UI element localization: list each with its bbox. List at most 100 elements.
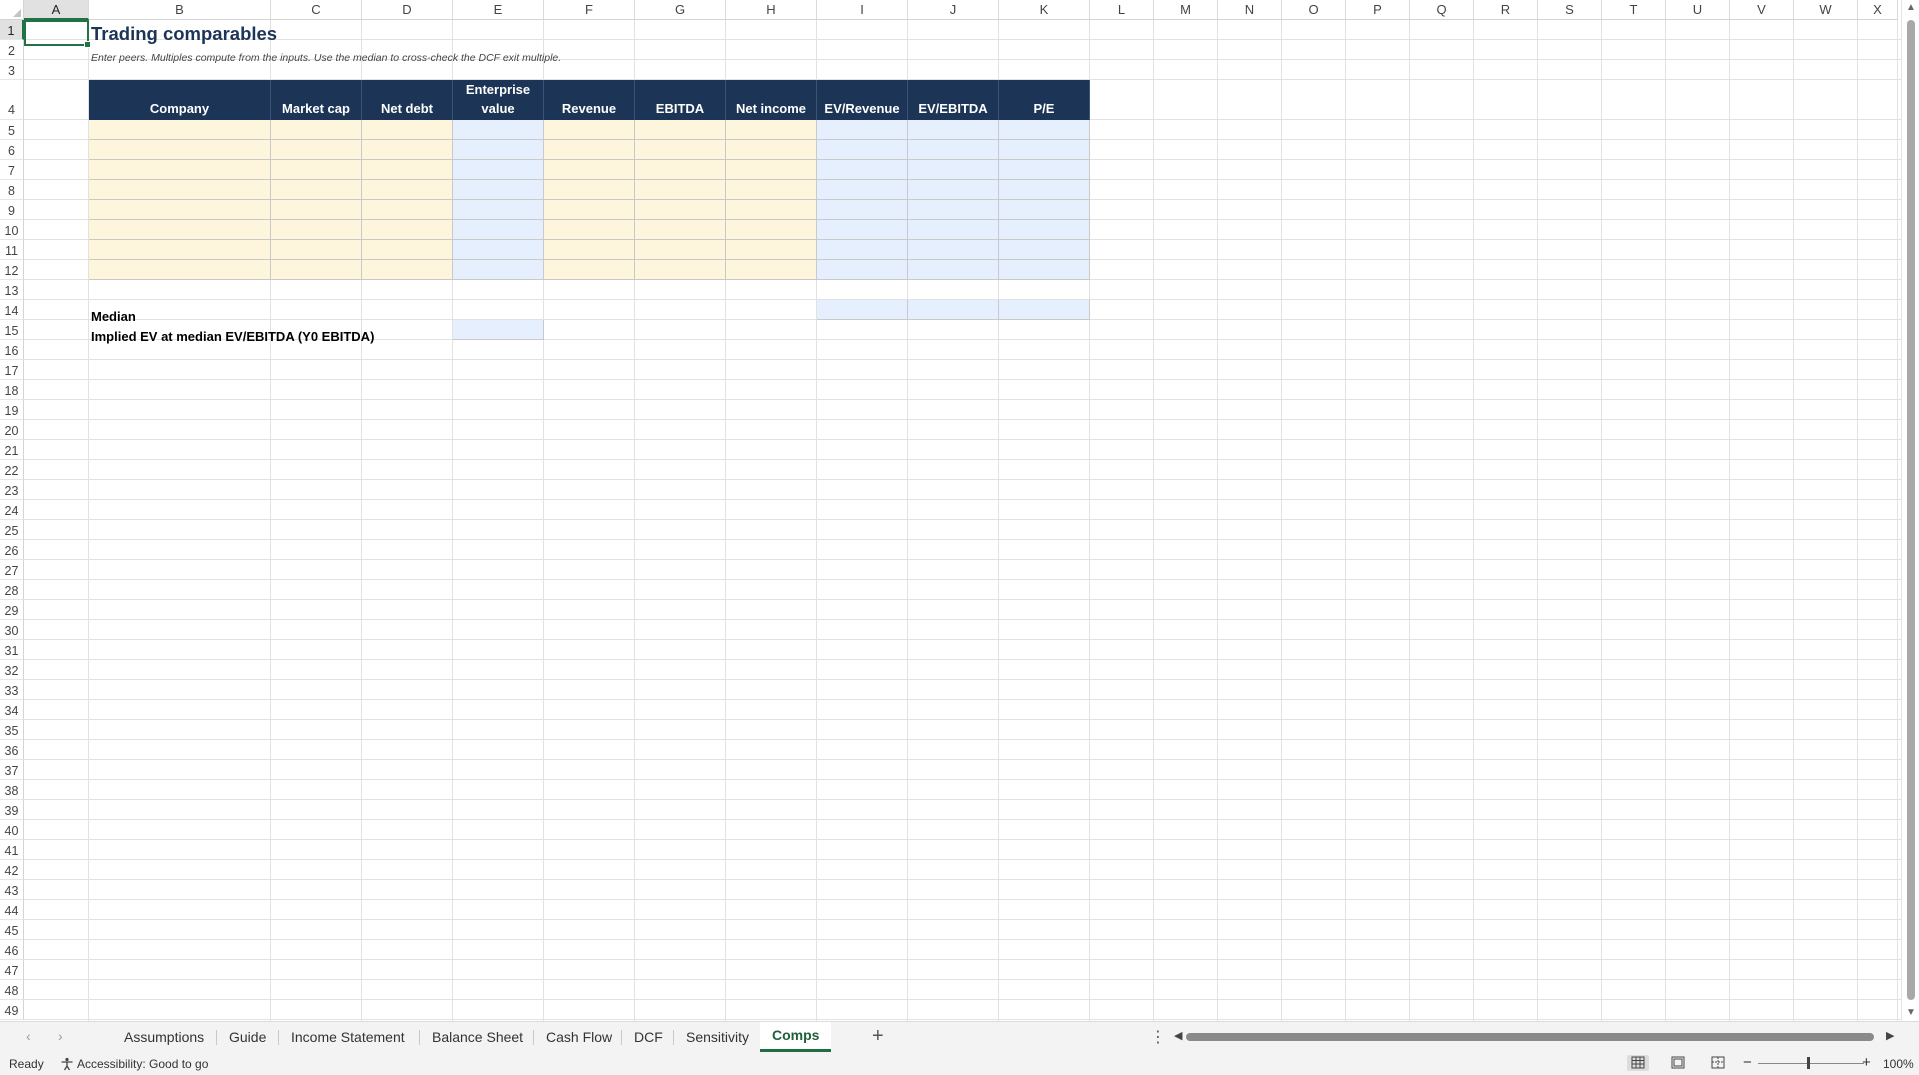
row-header-20[interactable]: 20 bbox=[0, 420, 24, 440]
row-header-45[interactable]: 45 bbox=[0, 920, 24, 940]
table-header-company[interactable]: Company bbox=[89, 80, 271, 120]
input-cell[interactable] bbox=[89, 220, 271, 240]
calc-cell[interactable] bbox=[817, 120, 908, 140]
row-header-47[interactable]: 47 bbox=[0, 960, 24, 980]
input-cell[interactable] bbox=[271, 240, 362, 260]
calc-cell[interactable] bbox=[453, 120, 544, 140]
input-cell[interactable] bbox=[89, 140, 271, 160]
row-header-37[interactable]: 37 bbox=[0, 760, 24, 780]
calc-cell[interactable] bbox=[999, 160, 1090, 180]
calc-cell[interactable] bbox=[908, 260, 999, 280]
sheet-tab-comps[interactable]: Comps bbox=[760, 1022, 832, 1052]
column-header-H[interactable]: H bbox=[726, 0, 817, 20]
table-header-ev-revenue[interactable]: EV/Revenue bbox=[817, 80, 908, 120]
column-header-S[interactable]: S bbox=[1538, 0, 1602, 20]
calc-cell[interactable] bbox=[999, 220, 1090, 240]
row-header-48[interactable]: 48 bbox=[0, 980, 24, 1000]
input-cell[interactable] bbox=[544, 200, 635, 220]
input-cell[interactable] bbox=[544, 160, 635, 180]
scroll-up-icon[interactable]: ▲ bbox=[1906, 2, 1916, 13]
row-header-13[interactable]: 13 bbox=[0, 280, 24, 300]
column-header-P[interactable]: P bbox=[1346, 0, 1410, 20]
zoom-slider[interactable] bbox=[1758, 1063, 1864, 1064]
sheet-tab-guide[interactable]: Guide bbox=[217, 1022, 278, 1052]
input-cell[interactable] bbox=[544, 120, 635, 140]
input-cell[interactable] bbox=[271, 220, 362, 240]
input-cell[interactable] bbox=[726, 180, 817, 200]
sheet-tab-dcf[interactable]: DCF bbox=[622, 1022, 675, 1052]
column-header-K[interactable]: K bbox=[999, 0, 1090, 20]
input-cell[interactable] bbox=[89, 160, 271, 180]
calc-cell[interactable] bbox=[999, 200, 1090, 220]
row-header-9[interactable]: 9 bbox=[0, 200, 24, 220]
calc-cell[interactable] bbox=[908, 180, 999, 200]
sheet-tab-income-statement[interactable]: Income Statement bbox=[279, 1022, 417, 1052]
row-header-28[interactable]: 28 bbox=[0, 580, 24, 600]
input-cell[interactable] bbox=[271, 140, 362, 160]
input-cell[interactable] bbox=[635, 140, 726, 160]
row-header-21[interactable]: 21 bbox=[0, 440, 24, 460]
calc-cell[interactable] bbox=[908, 240, 999, 260]
calc-cell[interactable] bbox=[817, 140, 908, 160]
row-header-35[interactable]: 35 bbox=[0, 720, 24, 740]
table-header-ebitda[interactable]: EBITDA bbox=[635, 80, 726, 120]
input-cell[interactable] bbox=[271, 200, 362, 220]
row-header-39[interactable]: 39 bbox=[0, 800, 24, 820]
column-header-C[interactable]: C bbox=[271, 0, 362, 20]
sheet-tab-sensitivity[interactable]: Sensitivity bbox=[674, 1022, 761, 1052]
table-header-net-debt[interactable]: Net debt bbox=[362, 80, 453, 120]
input-cell[interactable] bbox=[271, 160, 362, 180]
calc-cell[interactable] bbox=[817, 180, 908, 200]
row-header-23[interactable]: 23 bbox=[0, 480, 24, 500]
column-header-N[interactable]: N bbox=[1218, 0, 1282, 20]
sheet-tab-cash-flow[interactable]: Cash Flow bbox=[534, 1022, 624, 1052]
median-cell[interactable] bbox=[999, 300, 1090, 320]
column-header-G[interactable]: G bbox=[635, 0, 726, 20]
input-cell[interactable] bbox=[544, 240, 635, 260]
calc-cell[interactable] bbox=[999, 260, 1090, 280]
input-cell[interactable] bbox=[544, 140, 635, 160]
column-header-F[interactable]: F bbox=[544, 0, 635, 20]
column-header-X[interactable]: X bbox=[1858, 0, 1898, 20]
calc-cell[interactable] bbox=[453, 200, 544, 220]
column-header-I[interactable]: I bbox=[817, 0, 908, 20]
input-cell[interactable] bbox=[362, 220, 453, 240]
row-header-24[interactable]: 24 bbox=[0, 500, 24, 520]
input-cell[interactable] bbox=[89, 240, 271, 260]
row-header-19[interactable]: 19 bbox=[0, 400, 24, 420]
input-cell[interactable] bbox=[726, 240, 817, 260]
input-cell[interactable] bbox=[544, 180, 635, 200]
column-header-T[interactable]: T bbox=[1602, 0, 1666, 20]
calc-cell[interactable] bbox=[817, 240, 908, 260]
calc-cell[interactable] bbox=[453, 260, 544, 280]
input-cell[interactable] bbox=[726, 220, 817, 240]
table-header-enterprise-value[interactable]: Enterprise value bbox=[453, 80, 544, 120]
row-header-26[interactable]: 26 bbox=[0, 540, 24, 560]
row-header-6[interactable]: 6 bbox=[0, 140, 24, 160]
calc-cell[interactable] bbox=[817, 200, 908, 220]
zoom-slider-thumb[interactable] bbox=[1807, 1057, 1810, 1069]
page-break-view-icon[interactable] bbox=[1707, 1055, 1729, 1071]
zoom-in-icon[interactable]: + bbox=[1862, 1054, 1871, 1071]
column-header-E[interactable]: E bbox=[453, 0, 544, 20]
calc-cell[interactable] bbox=[908, 120, 999, 140]
column-header-V[interactable]: V bbox=[1730, 0, 1794, 20]
accessibility-status[interactable]: Accessibility: Good to go bbox=[77, 1057, 208, 1071]
calc-cell[interactable] bbox=[817, 260, 908, 280]
row-header-49[interactable]: 49 bbox=[0, 1000, 24, 1020]
input-cell[interactable] bbox=[726, 120, 817, 140]
row-header-30[interactable]: 30 bbox=[0, 620, 24, 640]
input-cell[interactable] bbox=[635, 160, 726, 180]
row-header-27[interactable]: 27 bbox=[0, 560, 24, 580]
calc-cell[interactable] bbox=[453, 160, 544, 180]
input-cell[interactable] bbox=[89, 180, 271, 200]
vertical-scroll-thumb[interactable] bbox=[1907, 20, 1915, 1000]
scroll-down-icon[interactable]: ▼ bbox=[1906, 1007, 1916, 1018]
vertical-scrollbar[interactable]: ▲ ▼ bbox=[1901, 0, 1919, 1021]
column-header-J[interactable]: J bbox=[908, 0, 999, 20]
input-cell[interactable] bbox=[635, 220, 726, 240]
row-header-25[interactable]: 25 bbox=[0, 520, 24, 540]
table-header-revenue[interactable]: Revenue bbox=[544, 80, 635, 120]
implied-ev-cell[interactable] bbox=[453, 320, 544, 340]
active-cell-cursor[interactable] bbox=[24, 20, 91, 48]
